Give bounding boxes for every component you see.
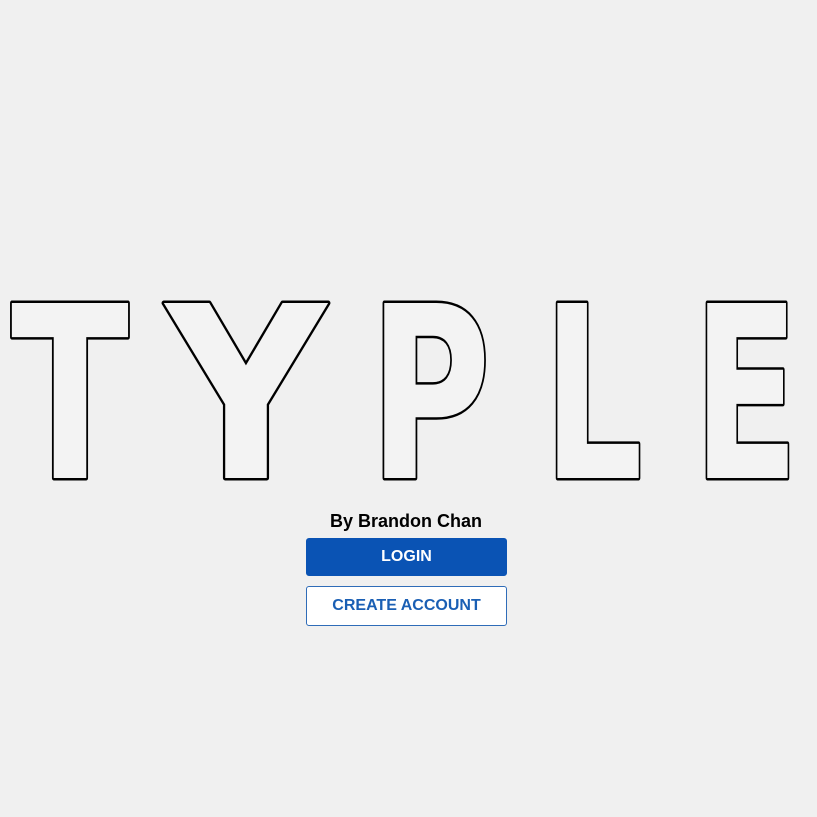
logo-letter-y: Y	[163, 298, 329, 490]
logo-letter-e: E	[693, 298, 799, 490]
login-button[interactable]: LOGIN	[306, 538, 507, 576]
logo-letter-t: T	[11, 298, 129, 490]
logo-letter-p: P	[369, 298, 491, 490]
landing-page: T Y P L E By Brandon Chan LOGIN CREATE A…	[0, 0, 817, 817]
logo-letter-l: L	[543, 298, 643, 490]
create-account-button[interactable]: CREATE ACCOUNT	[306, 586, 507, 626]
typle-logo-svg: T Y P L E	[9, 298, 802, 490]
author-byline: By Brandon Chan	[329, 511, 482, 531]
typle-logo: T Y P L E	[0, 298, 817, 490]
